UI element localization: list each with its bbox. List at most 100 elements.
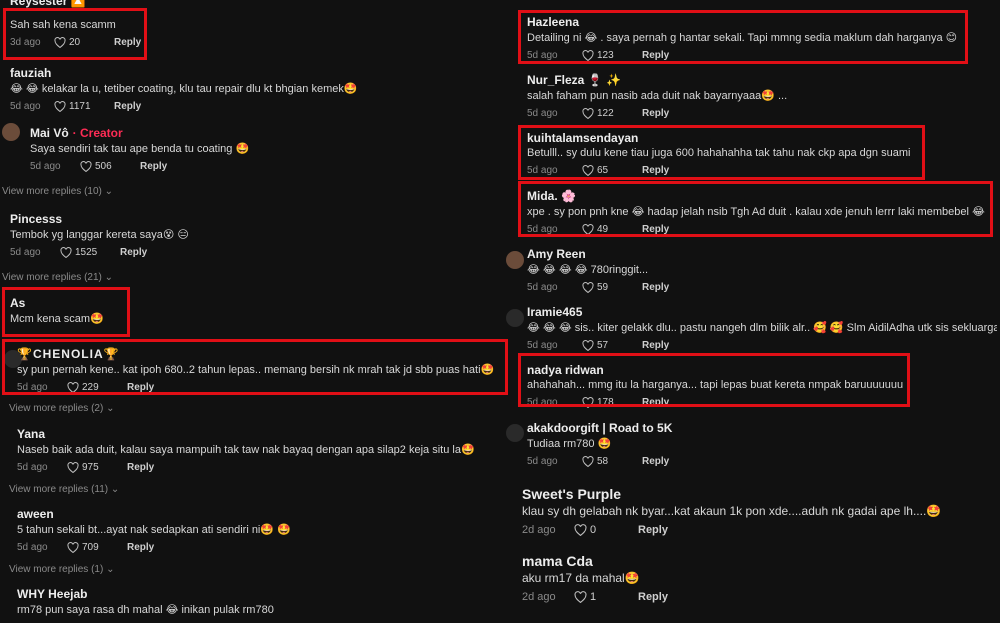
like-button[interactable]: 59 bbox=[582, 282, 642, 293]
comment-author[interactable]: kuihtalamsendayan bbox=[527, 131, 997, 145]
reply-button[interactable]: Reply bbox=[642, 456, 669, 467]
like-button[interactable]: 65 bbox=[582, 165, 642, 176]
like-count: 1171 bbox=[69, 101, 91, 112]
comment-meta: 5d ago 1525 Reply bbox=[10, 247, 490, 258]
comment-item: Sweet's Purple klau sy dh gelabah nk bya… bbox=[522, 486, 997, 536]
comment-author[interactable]: WHY Heejab bbox=[17, 587, 497, 601]
reply-button[interactable]: Reply bbox=[642, 397, 669, 408]
chevron-down-icon: ⌄ bbox=[106, 564, 115, 575]
reply-button[interactable]: Reply bbox=[114, 101, 141, 112]
reply-button[interactable]: Reply bbox=[642, 50, 669, 61]
comment-author[interactable]: Nur_Fleza 🍷 ✨ bbox=[527, 73, 997, 87]
heart-icon bbox=[582, 340, 594, 351]
like-count: 975 bbox=[82, 462, 99, 473]
like-count: 178 bbox=[597, 397, 614, 408]
reply-button[interactable]: Reply bbox=[127, 542, 154, 553]
like-button[interactable]: 122 bbox=[582, 108, 642, 119]
comment-time: 2d ago bbox=[522, 591, 556, 603]
reply-button[interactable]: Reply bbox=[642, 165, 669, 176]
comment-author[interactable]: Pincesss bbox=[10, 212, 490, 226]
reply-button[interactable]: Reply bbox=[642, 340, 669, 351]
comment-author[interactable]: Amy Reen bbox=[527, 247, 997, 261]
comment-author[interactable]: Reysester 🔼 bbox=[10, 0, 86, 8]
like-button[interactable]: 1 bbox=[574, 591, 638, 603]
comment-text: 😂 😂 😂 sis.. kiter gelakk dlu.. pastu nan… bbox=[527, 322, 997, 334]
comment-meta: 5d ago 1171 Reply bbox=[10, 101, 490, 112]
comment-time: 5d ago bbox=[527, 456, 558, 467]
creator-badge: · Creator bbox=[72, 126, 123, 140]
comment-author[interactable]: mama Cda bbox=[522, 553, 997, 569]
like-button[interactable]: 57 bbox=[582, 340, 642, 351]
like-button[interactable]: 975 bbox=[67, 462, 127, 473]
avatar[interactable] bbox=[506, 424, 524, 442]
heart-icon bbox=[60, 247, 72, 258]
comment-item: mama Cda aku rm17 da mahal🤩 2d ago 1 Rep… bbox=[522, 553, 997, 603]
chevron-down-icon: ⌄ bbox=[104, 186, 114, 197]
view-more-replies[interactable]: View more replies (2) ⌄ bbox=[9, 403, 114, 414]
reply-button[interactable]: Reply bbox=[638, 524, 668, 536]
comment-author[interactable]: As bbox=[10, 296, 490, 310]
view-more-label: View more replies (1) bbox=[9, 564, 104, 575]
comment-time: 2d ago bbox=[522, 524, 556, 536]
comment-author[interactable]: Yana bbox=[17, 427, 497, 441]
like-button[interactable]: 1525 bbox=[60, 247, 120, 258]
reply-button[interactable]: Reply bbox=[127, 462, 154, 473]
reply-button[interactable]: Reply bbox=[638, 591, 668, 603]
like-button[interactable]: 506 bbox=[80, 161, 140, 172]
like-count: 20 bbox=[69, 37, 81, 48]
like-button[interactable]: 229 bbox=[67, 382, 127, 393]
like-button[interactable]: 58 bbox=[582, 456, 642, 467]
like-button[interactable]: 49 bbox=[582, 224, 642, 235]
comment-author[interactable]: Iramie465 bbox=[527, 305, 997, 319]
comment-text: Sah sah kena scamm bbox=[10, 19, 116, 31]
comment-time: 5d ago bbox=[527, 282, 558, 293]
comment-author[interactable]: akakdoorgift | Road to 5K bbox=[527, 421, 997, 435]
like-button[interactable]: 178 bbox=[582, 397, 642, 408]
heart-icon bbox=[67, 382, 79, 393]
comment-author[interactable]: Hazleena bbox=[527, 15, 997, 29]
view-more-replies[interactable]: View more replies (1) ⌄ bbox=[9, 564, 114, 575]
comment-item: As Mcm kena scam🤩 bbox=[10, 296, 490, 325]
view-more-label: View more replies (21) bbox=[2, 272, 102, 283]
reply-button[interactable]: Reply bbox=[642, 108, 669, 119]
like-button[interactable]: 20 bbox=[54, 37, 114, 48]
comment-author[interactable]: aween bbox=[17, 507, 497, 521]
avatar[interactable] bbox=[2, 123, 20, 141]
comment-text: Detailing ni 😂 . saya pernah g hantar se… bbox=[527, 32, 958, 44]
reply-button[interactable]: Reply bbox=[642, 224, 669, 235]
like-button[interactable]: 0 bbox=[574, 524, 638, 536]
avatar[interactable] bbox=[506, 251, 524, 269]
comment-text: klau sy dh gelabah nk byar...kat akaun 1… bbox=[522, 504, 942, 518]
heart-icon bbox=[80, 161, 92, 172]
reply-button[interactable]: Reply bbox=[642, 282, 669, 293]
comment-author[interactable]: nadya ridwan bbox=[527, 363, 997, 377]
comment-text: Betulll.. sy dulu kene tiau juga 600 hah… bbox=[527, 147, 911, 159]
comment-meta: 3d ago 20 Reply bbox=[10, 37, 490, 48]
comment-item: Sah sah kena scamm 3d ago 20 Reply bbox=[10, 17, 490, 48]
comment-author[interactable]: 🏆CHENOLIA🏆 bbox=[17, 347, 497, 361]
comment-item: kuihtalamsendayan Betulll.. sy dulu kene… bbox=[527, 131, 997, 176]
comment-author[interactable]: Mida. 🌸 bbox=[527, 189, 997, 203]
like-count: 229 bbox=[82, 382, 99, 393]
reply-button[interactable]: Reply bbox=[120, 247, 147, 258]
like-button[interactable]: 1171 bbox=[54, 101, 114, 112]
comment-text: Saya sendiri tak tau ape benda tu coatin… bbox=[30, 143, 250, 155]
comment-meta: 2d ago 0 Reply bbox=[522, 524, 997, 536]
comment-author[interactable]: fauziah bbox=[10, 66, 490, 80]
view-more-replies[interactable]: View more replies (10) ⌄ bbox=[2, 186, 113, 197]
comment-author[interactable]: Sweet's Purple bbox=[522, 486, 997, 502]
reply-button[interactable]: Reply bbox=[127, 382, 154, 393]
like-button[interactable]: 709 bbox=[67, 542, 127, 553]
comment-author[interactable]: Mai Vô · Creator bbox=[30, 126, 490, 140]
comment-item: Iramie465 😂 😂 😂 sis.. kiter gelakk dlu..… bbox=[527, 305, 997, 351]
view-more-replies[interactable]: View more replies (21) ⌄ bbox=[2, 272, 113, 283]
avatar[interactable] bbox=[506, 309, 524, 327]
reply-button[interactable]: Reply bbox=[140, 161, 167, 172]
like-button[interactable]: 123 bbox=[582, 50, 642, 61]
heart-icon bbox=[582, 108, 594, 119]
view-more-replies[interactable]: View more replies (11) ⌄ bbox=[9, 484, 119, 495]
like-count: 0 bbox=[590, 524, 597, 536]
reply-button[interactable]: Reply bbox=[114, 37, 141, 48]
comment-meta: 5d ago 59 Reply bbox=[527, 282, 997, 293]
comment-meta: 2d ago 1 Reply bbox=[522, 591, 997, 603]
